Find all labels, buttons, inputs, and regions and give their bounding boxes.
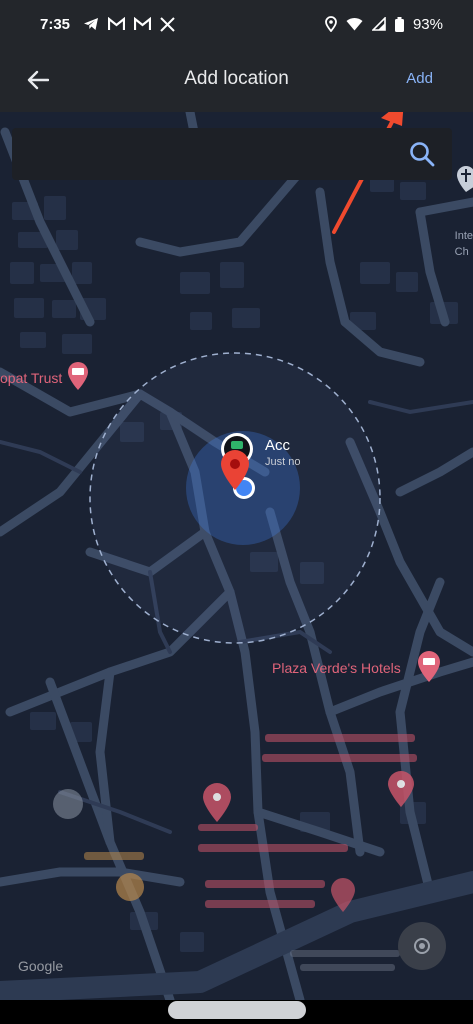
map-canvas[interactable] xyxy=(0,112,473,1000)
place-label[interactable]: Plaza Verde's Hotels xyxy=(272,660,401,676)
search-icon[interactable] xyxy=(408,140,436,168)
avatar-detail xyxy=(231,441,243,449)
my-location-button[interactable] xyxy=(398,922,446,970)
search-bar[interactable] xyxy=(12,128,452,180)
app-bar: Add location Add xyxy=(0,48,473,112)
place-label[interactable]: opat Trust xyxy=(0,370,62,386)
gmail-icon xyxy=(108,17,126,30)
google-logo: Google xyxy=(18,958,64,974)
status-bar: 7:35 93% xyxy=(0,0,473,48)
gmail-icon xyxy=(134,17,152,30)
signal-icon xyxy=(371,17,386,31)
edge-place-label: Inte Ch xyxy=(454,230,473,258)
page-title: Add location xyxy=(184,68,289,89)
add-button[interactable]: Add xyxy=(406,70,433,87)
status-right: 93% xyxy=(325,16,443,33)
battery-icon xyxy=(394,16,404,32)
avatar-label: Acc Just no xyxy=(265,437,307,468)
map-view[interactable]: opat Trust Plaza Verde's Hotels Inte Ch … xyxy=(0,112,473,1000)
status-left: 7:35 xyxy=(40,16,175,33)
x-icon xyxy=(160,16,175,32)
battery-percent: 93% xyxy=(412,15,443,33)
home-gesture-pill[interactable] xyxy=(168,1001,306,1019)
crosshair-icon xyxy=(414,938,430,954)
avatar-name: Acc xyxy=(265,437,291,454)
location-icon xyxy=(325,16,337,32)
status-time: 7:35 xyxy=(40,15,71,33)
wifi-icon xyxy=(346,17,363,31)
poi-pin-icon xyxy=(53,789,83,819)
telegram-icon xyxy=(84,18,99,30)
poi-pin-icon xyxy=(116,873,144,901)
avatar-timestamp: Just no xyxy=(265,456,301,468)
